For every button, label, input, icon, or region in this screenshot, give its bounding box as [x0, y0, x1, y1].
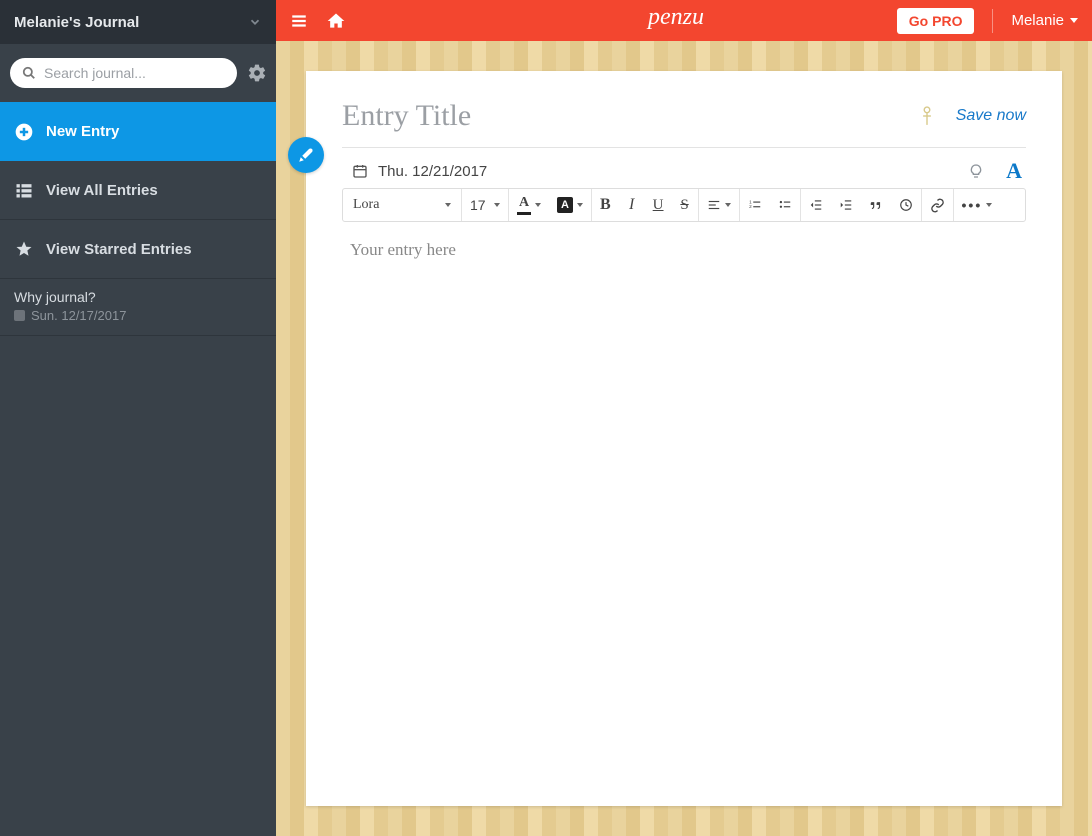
user-name: Melanie	[1011, 12, 1064, 29]
sidebar-item-label: View All Entries	[46, 182, 158, 199]
calendar-icon	[352, 163, 368, 179]
caret-down-icon	[445, 203, 451, 207]
chevron-down-icon	[248, 15, 262, 29]
user-menu[interactable]: Melanie	[992, 9, 1078, 33]
plus-circle-icon	[14, 122, 34, 142]
outdent-button[interactable]	[801, 189, 831, 221]
search-row	[0, 44, 276, 102]
align-button[interactable]	[699, 189, 739, 221]
entry-date: Sun. 12/17/2017	[14, 308, 262, 323]
text-color-button[interactable]: A	[509, 189, 549, 221]
strikethrough-button[interactable]: S	[672, 189, 698, 221]
star-icon	[14, 240, 34, 258]
sidebar-item-new-entry[interactable]: New Entry	[0, 102, 276, 161]
caret-down-icon	[494, 203, 500, 207]
editor-paper: Save now Thu. 12/21/2017 A	[306, 71, 1062, 806]
entry-title: Why journal?	[14, 289, 262, 305]
sidebar-item-view-starred[interactable]: View Starred Entries	[0, 220, 276, 279]
sidebar-item-view-all[interactable]: View All Entries	[0, 161, 276, 220]
editor-placeholder: Your entry here	[350, 240, 456, 259]
caret-down-icon	[986, 203, 992, 207]
font-family-select[interactable]: Lora	[343, 189, 461, 221]
journal-selector[interactable]: Melanie's Journal	[0, 0, 276, 44]
search-input[interactable]	[44, 65, 225, 81]
indent-button[interactable]	[831, 189, 861, 221]
go-pro-button[interactable]: Go PRO	[897, 8, 975, 34]
home-button[interactable]	[326, 11, 346, 31]
save-now-link[interactable]: Save now	[956, 107, 1026, 125]
caret-down-icon	[725, 203, 731, 207]
sidebar-item-label: View Starred Entries	[46, 241, 192, 258]
font-size-select[interactable]: 17	[462, 189, 508, 221]
svg-text:2: 2	[749, 204, 752, 209]
desk-background: Save now Thu. 12/21/2017 A	[276, 41, 1092, 836]
sidebar: Melanie's Journal New Entry View All Ent…	[0, 0, 276, 836]
ordered-list-button[interactable]: 12	[740, 189, 770, 221]
insert-link-button[interactable]	[922, 189, 953, 221]
font-settings-button[interactable]: A	[1006, 158, 1022, 184]
entry-status-icon	[14, 310, 25, 321]
underline-button[interactable]: U	[645, 189, 672, 221]
sidebar-item-label: New Entry	[46, 123, 119, 140]
main-area: penzu Go PRO Melanie Save now	[276, 0, 1092, 836]
caret-down-icon	[535, 203, 541, 207]
insert-time-button[interactable]	[891, 189, 921, 221]
customize-button[interactable]	[288, 137, 324, 173]
search-box[interactable]	[10, 58, 237, 88]
entry-title-input[interactable]	[342, 99, 920, 133]
brand-logo[interactable]: penzu	[648, 4, 704, 31]
settings-button[interactable]	[247, 63, 267, 83]
menu-button[interactable]	[290, 12, 308, 30]
more-tools-button[interactable]: •••	[954, 189, 1001, 221]
italic-button[interactable]: I	[619, 189, 645, 221]
prompt-button[interactable]	[968, 163, 984, 179]
unordered-list-button[interactable]	[770, 189, 800, 221]
pin-icon[interactable]	[920, 106, 934, 126]
entry-list-item[interactable]: Why journal? Sun. 12/17/2017	[0, 279, 276, 336]
editor-toolbar: Lora 17 A A	[342, 188, 1026, 222]
caret-down-icon	[577, 203, 583, 207]
date-picker[interactable]: Thu. 12/21/2017	[342, 163, 487, 180]
journal-title: Melanie's Journal	[14, 14, 139, 31]
highlight-color-button[interactable]: A	[549, 189, 591, 221]
blockquote-button[interactable]	[861, 189, 891, 221]
editor-body[interactable]: Your entry here	[342, 222, 1026, 778]
bold-button[interactable]: B	[592, 189, 619, 221]
search-icon	[22, 66, 36, 80]
caret-down-icon	[1070, 18, 1078, 23]
list-icon	[14, 180, 34, 200]
entry-date-text: Thu. 12/21/2017	[378, 163, 487, 180]
topbar: penzu Go PRO Melanie	[276, 0, 1092, 41]
